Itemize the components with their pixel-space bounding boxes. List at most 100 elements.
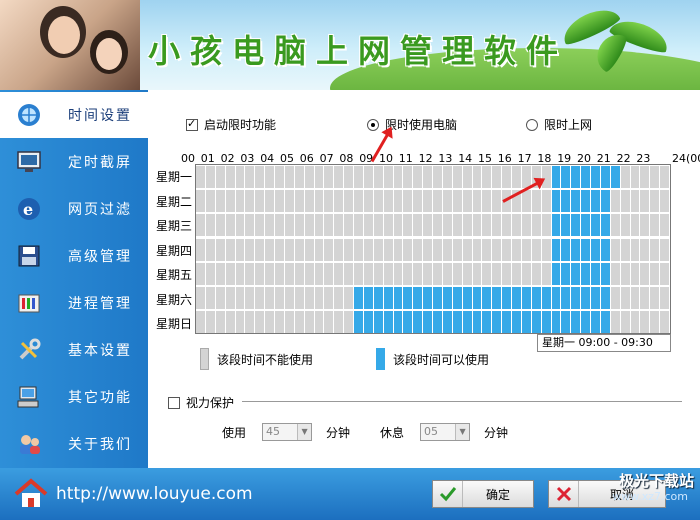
schedule-cell[interactable] [492, 311, 503, 334]
schedule-cell[interactable] [393, 190, 404, 213]
schedule-cell[interactable] [571, 214, 582, 237]
schedule-cell[interactable] [344, 262, 354, 285]
schedule-cell[interactable] [571, 166, 582, 188]
schedule-cell[interactable] [462, 311, 473, 334]
schedule-cell[interactable] [521, 311, 532, 334]
schedule-cell[interactable] [393, 214, 404, 237]
schedule-cell[interactable] [482, 311, 493, 334]
schedule-cell[interactable] [284, 214, 295, 237]
schedule-cell[interactable] [561, 190, 572, 213]
schedule-cell[interactable] [620, 190, 631, 213]
schedule-cell[interactable] [354, 238, 364, 261]
schedule-cell[interactable] [373, 262, 384, 285]
schedule-cell[interactable] [344, 311, 354, 334]
schedule-cell[interactable] [225, 214, 236, 237]
schedule-cell[interactable] [512, 311, 522, 334]
schedule-cell[interactable] [383, 166, 394, 188]
schedule-cell[interactable] [502, 311, 512, 334]
schedule-cell[interactable] [600, 262, 611, 285]
schedule-cell[interactable] [620, 262, 631, 285]
schedule-cell[interactable] [591, 166, 601, 188]
schedule-cell[interactable] [324, 166, 335, 188]
schedule-cell[interactable] [215, 286, 226, 309]
schedule-cell[interactable] [334, 286, 345, 309]
schedule-cell[interactable] [334, 238, 345, 261]
schedule-cell[interactable] [403, 262, 414, 285]
schedule-cell[interactable] [294, 214, 305, 237]
schedule-cell[interactable] [205, 166, 216, 188]
schedule-cell[interactable] [630, 238, 641, 261]
schedule-cell[interactable] [265, 190, 275, 213]
schedule-cell[interactable] [363, 166, 374, 188]
schedule-cell[interactable] [423, 190, 433, 213]
schedule-cell[interactable] [255, 238, 266, 261]
sidebar-item-process[interactable]: 进程管理 [0, 280, 148, 326]
sidebar-item-advanced[interactable]: 高级管理 [0, 233, 148, 279]
schedule-cell[interactable] [275, 238, 285, 261]
schedule-cell[interactable] [521, 262, 532, 285]
schedule-cell[interactable] [630, 286, 641, 309]
schedule-cell[interactable] [433, 214, 443, 237]
schedule-cell[interactable] [492, 238, 503, 261]
schedule-cell[interactable] [551, 214, 562, 237]
schedule-cell[interactable] [245, 238, 256, 261]
schedule-cell[interactable] [393, 166, 404, 188]
schedule-cell[interactable] [512, 238, 522, 261]
schedule-cell[interactable] [245, 311, 256, 334]
schedule-grid[interactable] [195, 164, 671, 334]
schedule-cell[interactable] [245, 190, 256, 213]
schedule-cell[interactable] [551, 166, 562, 188]
schedule-cell[interactable] [373, 190, 384, 213]
schedule-cell[interactable] [215, 214, 226, 237]
schedule-cell[interactable] [591, 238, 601, 261]
home-icon[interactable] [14, 478, 48, 513]
schedule-cell[interactable] [521, 190, 532, 213]
schedule-cell[interactable] [541, 214, 552, 237]
schedule-cell[interactable] [334, 214, 345, 237]
schedule-cell[interactable] [571, 262, 582, 285]
schedule-cell[interactable] [235, 190, 246, 213]
schedule-cell[interactable] [581, 214, 591, 237]
schedule-cell[interactable] [423, 311, 433, 334]
schedule-cell[interactable] [363, 190, 374, 213]
schedule-cell[interactable] [314, 311, 325, 334]
schedule-cell[interactable] [334, 190, 345, 213]
schedule-cell[interactable] [423, 286, 433, 309]
schedule-cell[interactable] [591, 214, 601, 237]
schedule-cell[interactable] [541, 238, 552, 261]
schedule-cell[interactable] [334, 311, 345, 334]
schedule-cell[interactable] [482, 166, 493, 188]
schedule-cell[interactable] [363, 238, 374, 261]
schedule-cell[interactable] [255, 311, 266, 334]
schedule-cell[interactable] [324, 238, 335, 261]
schedule-cell[interactable] [314, 190, 325, 213]
schedule-cell[interactable] [462, 166, 473, 188]
schedule-cell[interactable] [265, 166, 275, 188]
schedule-cell[interactable] [482, 238, 493, 261]
schedule-cell[interactable] [482, 262, 493, 285]
schedule-cell[interactable] [581, 286, 591, 309]
schedule-cell[interactable] [442, 262, 453, 285]
mode-limit-internet-radio[interactable] [526, 118, 538, 131]
schedule-cell[interactable] [650, 190, 661, 213]
schedule-cell[interactable] [472, 166, 483, 188]
schedule-cell[interactable] [196, 262, 206, 285]
schedule-cell[interactable] [531, 262, 542, 285]
schedule-cell[interactable] [284, 238, 295, 261]
schedule-cell[interactable] [640, 286, 651, 309]
schedule-cell[interactable] [196, 190, 206, 213]
schedule-cell[interactable] [551, 190, 562, 213]
schedule-cell[interactable] [512, 166, 522, 188]
schedule-cell[interactable] [275, 286, 285, 309]
schedule-cell[interactable] [551, 286, 562, 309]
schedule-cell[interactable] [383, 262, 394, 285]
eye-protection-checkbox[interactable] [168, 396, 180, 409]
schedule-cell[interactable] [640, 262, 651, 285]
schedule-cell[interactable] [600, 238, 611, 261]
schedule-cell[interactable] [205, 238, 216, 261]
schedule-cell[interactable] [620, 238, 631, 261]
schedule-cell[interactable] [472, 311, 483, 334]
schedule-cell[interactable] [472, 286, 483, 309]
mode-limit-internet-option[interactable]: 限时上网 [526, 116, 592, 133]
schedule-cell[interactable] [462, 214, 473, 237]
